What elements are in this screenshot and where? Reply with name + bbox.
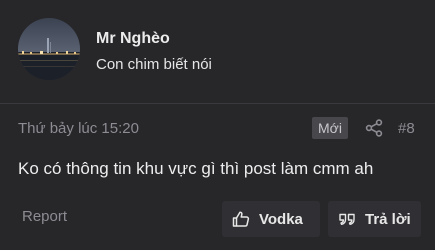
author-name[interactable]: Mr Nghèo [96,30,170,48]
author-title: Con chim biết nói [96,56,212,73]
avatar-image [18,18,80,80]
new-badge: Mới [312,117,348,139]
quote-icon [339,213,355,225]
thumbs-up-icon [232,211,250,227]
post-card: Mr Nghèo Con chim biết nói Thứ bảy lúc 1… [0,0,435,250]
post-timestamp[interactable]: Thứ bảy lúc 15:20 [18,120,139,137]
share-icon[interactable] [364,118,384,138]
post-number-link[interactable]: #8 [398,120,415,137]
post-author-header: Mr Nghèo Con chim biết nói [0,0,435,104]
like-button-label: Vodka [259,210,303,228]
post-message: Ko có thông tin khu vực gì thì post làm … [18,159,374,178]
reply-button[interactable]: Trả lời [328,201,421,237]
reply-button-label: Trả lời [365,210,411,228]
report-link[interactable]: Report [22,208,67,225]
like-button[interactable]: Vodka [222,201,320,237]
avatar[interactable] [18,18,80,80]
